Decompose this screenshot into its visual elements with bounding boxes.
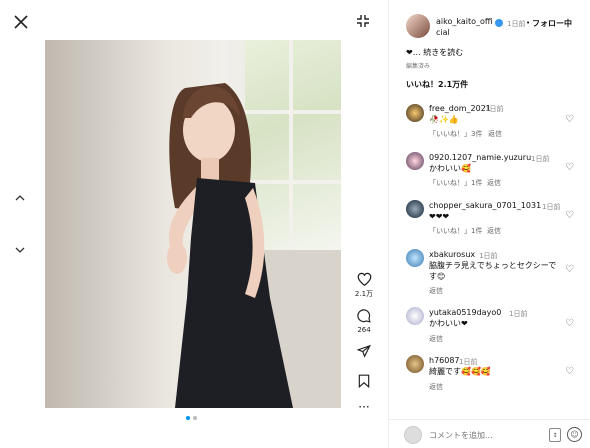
gif-sticker-icon[interactable]: ↕ — [549, 428, 561, 442]
close-icon[interactable] — [12, 13, 30, 31]
verified-badge — [495, 19, 503, 27]
comment-icon[interactable] — [355, 307, 373, 325]
reply-button[interactable]: 返信 — [487, 226, 501, 236]
details-panel: aiko_kaito_offi 1日前 • フォロー中 cial ❤︎… 続きを… — [388, 0, 590, 448]
comment-username[interactable]: 0920.1207_namie.yuzuru — [429, 153, 531, 162]
reply-button[interactable]: 返信 — [429, 286, 443, 296]
edited-label: 編集済み — [406, 63, 431, 70]
share-icon[interactable] — [355, 342, 373, 360]
caption[interactable]: ❤︎… 続きを読む — [406, 47, 463, 58]
smile-icon[interactable]: ☺ — [567, 427, 582, 442]
carousel-indicator — [186, 416, 197, 420]
comment-text: 脇腹チラ見えでちょっとセクシーで — [429, 261, 557, 270]
comment-text-cont: す😊 — [429, 272, 446, 281]
heart-icon[interactable]: ♡ — [565, 366, 574, 377]
arrow-down-icon[interactable] — [12, 242, 28, 258]
comment-text: 綺麗です🥰🥰🥰 — [429, 367, 491, 376]
comment-avatar[interactable] — [406, 104, 424, 122]
comment-input[interactable] — [427, 427, 541, 443]
heart-icon[interactable] — [355, 270, 373, 288]
heart-icon[interactable]: ♡ — [565, 318, 574, 329]
comment-username[interactable]: yutaka0519dayo0 — [429, 308, 501, 317]
comment-username[interactable]: xbakurosux — [429, 250, 475, 259]
comment-text: かわいい❤ — [429, 319, 468, 328]
comment-username[interactable]: h76087 — [429, 356, 460, 365]
heart-icon[interactable]: ♡ — [565, 210, 574, 221]
like-count: 2.1万 — [354, 290, 374, 298]
heart-icon[interactable]: ♡ — [565, 264, 574, 275]
comment-time: 1日前 — [542, 203, 561, 211]
media-viewer: › 2.1万 264 ··· — [0, 0, 388, 448]
action-bar: 2.1万 264 ··· — [352, 270, 376, 413]
post-time: 1日前 — [507, 20, 526, 28]
heart-icon[interactable]: ♡ — [565, 162, 574, 173]
reply-button[interactable]: 返信 — [429, 334, 443, 344]
comment-username[interactable]: chopper_sakura_0701_1031 — [429, 201, 541, 210]
carousel-dot — [186, 416, 190, 420]
comment-avatar[interactable] — [406, 307, 424, 325]
comment-time: 1日前 — [531, 155, 550, 163]
comment-count: 264 — [357, 326, 371, 334]
carousel-dot — [193, 416, 197, 420]
comment-text: 🥀✨👍 — [429, 115, 459, 124]
comment-avatar[interactable] — [406, 355, 424, 373]
comment-input-row: ↕ ☺ — [389, 419, 590, 448]
arrow-up-icon[interactable] — [12, 190, 28, 206]
more-icon[interactable]: ··· — [355, 401, 373, 413]
comment-time: 1日前 — [485, 105, 504, 113]
comment-text: かわいい🥰 — [429, 164, 471, 173]
comment-likes[interactable]: 「いいね！」1件 — [429, 178, 482, 188]
post-username[interactable]: aiko_kaito_offi — [436, 17, 493, 26]
comment-likes[interactable]: 「いいね！」3件 — [429, 129, 482, 139]
reply-button[interactable]: 返信 — [488, 129, 502, 139]
comment-avatar[interactable] — [406, 249, 424, 267]
follow-button[interactable]: フォロー中 — [532, 18, 572, 29]
comment-username[interactable]: free_dom_2021 — [429, 104, 491, 113]
comment-text: ❤❤❤ — [429, 212, 450, 221]
avatar[interactable] — [406, 14, 430, 38]
comment-time: 1日前 — [509, 310, 528, 318]
post-photo[interactable]: › — [45, 40, 341, 408]
comment-avatar[interactable] — [406, 152, 424, 170]
comment-likes[interactable]: 「いいね！」1件 — [429, 226, 482, 236]
comment-avatar[interactable] — [406, 200, 424, 218]
post-username-cont[interactable]: cial — [436, 28, 450, 37]
heart-icon[interactable]: ♡ — [565, 114, 574, 125]
reply-button[interactable]: 返信 — [429, 382, 443, 392]
bookmark-icon[interactable] — [355, 372, 373, 390]
likes-summary[interactable]: いいね！2.1万件 — [406, 79, 468, 90]
user-avatar — [404, 426, 422, 444]
comment-list: free_dom_2021 1日前 🥀✨👍 「いいね！」3件 返信 ♡ 0920… — [389, 98, 590, 418]
collapse-icon[interactable] — [354, 12, 372, 30]
reply-button[interactable]: 返信 — [487, 178, 501, 188]
